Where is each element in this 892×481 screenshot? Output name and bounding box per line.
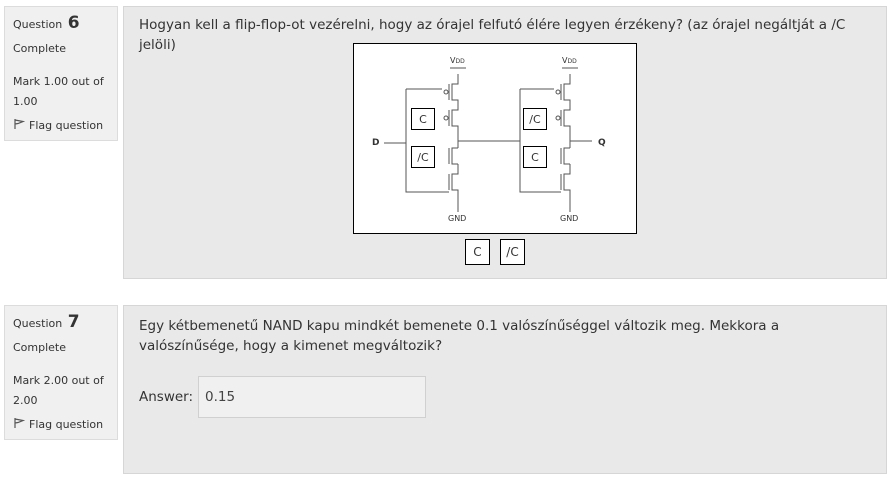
- answer-label: Answer:: [139, 389, 194, 405]
- vdd-left-label: VDD: [450, 56, 465, 65]
- drop-zone-3[interactable]: /C: [523, 108, 547, 130]
- gnd-left-label: GND: [448, 214, 467, 223]
- circuit-diagram: VDD VDD GND GND D Q C /C /C C: [353, 43, 637, 234]
- drag-item-not-c[interactable]: /C: [500, 239, 525, 265]
- flag-question-label: Flag question: [29, 418, 104, 431]
- flag-question-label: Flag question: [29, 119, 104, 132]
- flag-question-link[interactable]: Flag question: [13, 417, 109, 432]
- flag-question-link[interactable]: Flag question: [13, 118, 109, 133]
- question-number: Question 6: [13, 13, 80, 33]
- drop-zone-1[interactable]: C: [411, 108, 435, 130]
- question-6-content: Hogyan kell a flip-flop-ot vezérelni, ho…: [123, 6, 887, 279]
- question-6-info: Question 6 Complete Mark 1.00 out of 1.0…: [4, 6, 118, 141]
- answer-row: Answer: 0.15: [139, 376, 427, 418]
- flag-icon: [13, 118, 26, 133]
- drag-item-c[interactable]: C: [465, 239, 490, 265]
- drop-zone-2[interactable]: /C: [411, 146, 435, 168]
- question-text: Egy kétbemenetű NAND kapu mindkét bemene…: [139, 318, 780, 354]
- question-number: Question 7: [13, 312, 80, 332]
- gnd-right-label: GND: [560, 214, 579, 223]
- question-state: Complete: [13, 341, 67, 354]
- answer-input[interactable]: 0.15: [198, 376, 427, 418]
- question-7-info: Question 7 Complete Mark 2.00 out of 2.0…: [4, 305, 118, 440]
- input-d-label: D: [372, 138, 380, 148]
- question-state: Complete: [13, 42, 67, 55]
- flag-icon: [13, 417, 26, 432]
- question-grade: Mark 1.00 out of 1.00: [13, 75, 104, 108]
- question-7-content: Egy kétbemenetű NAND kapu mindkét bemene…: [123, 305, 887, 474]
- vdd-right-label: VDD: [562, 56, 577, 65]
- output-q-label: Q: [598, 138, 606, 148]
- drop-zone-4[interactable]: C: [523, 146, 547, 168]
- question-grade: Mark 2.00 out of 2.00: [13, 374, 104, 407]
